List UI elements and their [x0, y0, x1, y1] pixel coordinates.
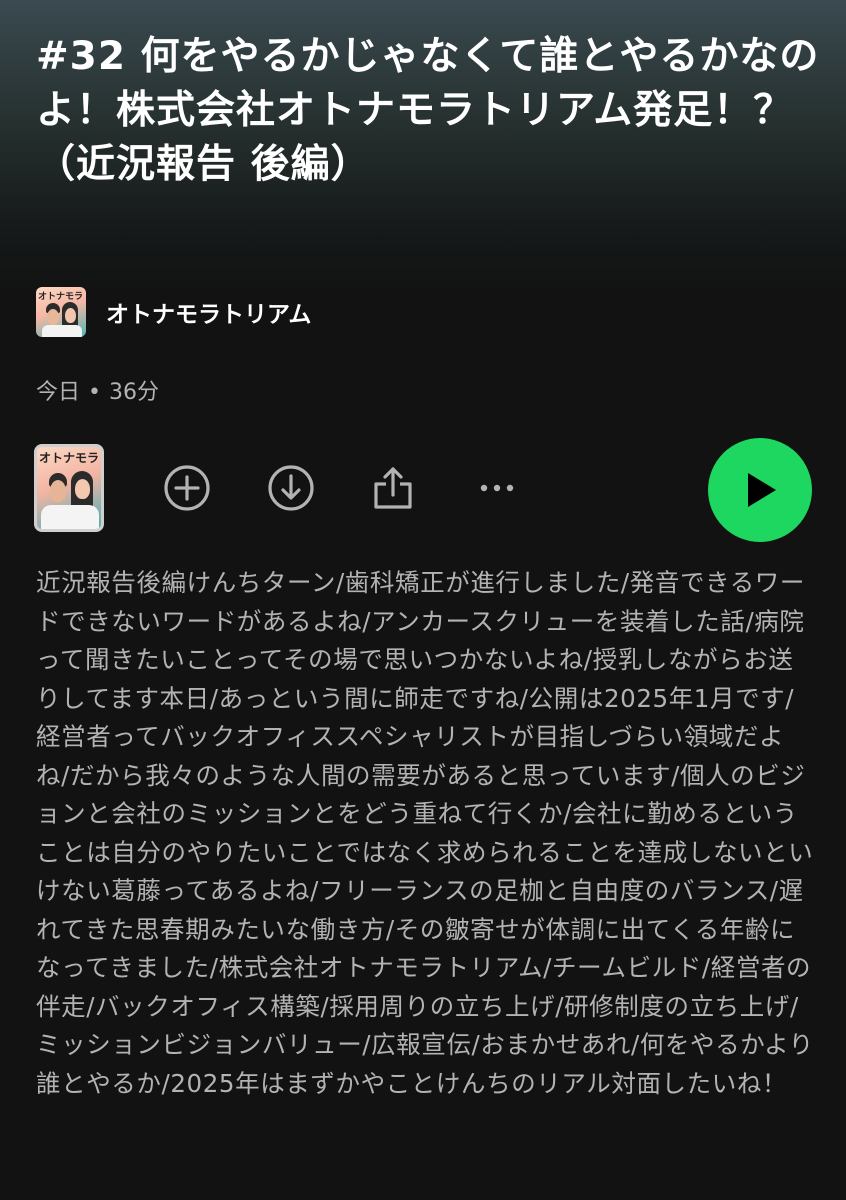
meta-separator: • — [88, 380, 101, 405]
plus-circle-icon — [164, 465, 210, 511]
add-to-library-button[interactable] — [162, 463, 212, 513]
download-circle-icon — [268, 465, 314, 511]
release-date: 今日 — [36, 380, 81, 405]
show-link[interactable]: オトナモラトリアム オトナモラトリアム — [36, 286, 311, 338]
show-name[interactable]: オトナモラトリアム — [106, 295, 311, 329]
episode-title: #32 何をやるかじゃなくて誰とやるかなのよ！株式会社オトナモラトリアム発足！？… — [36, 34, 820, 187]
show-artwork: オトナモラトリアム — [36, 287, 86, 337]
play-icon — [748, 473, 776, 507]
episode-duration: 36分 — [109, 380, 159, 405]
more-options-button[interactable] — [472, 463, 522, 513]
episode-description: 近況報告後編けんちターン/歯科矯正が進行しました/発音できるワードできないワード… — [36, 568, 814, 1098]
episode-artwork-text: オトナモラトリアム — [39, 451, 99, 465]
episode-meta: 今日 • 36分 — [36, 374, 159, 406]
share-icon — [374, 467, 412, 509]
download-button[interactable] — [266, 463, 316, 513]
play-button[interactable] — [708, 438, 812, 542]
episode-artwork[interactable]: オトナモラトリアム — [34, 444, 104, 532]
more-horizontal-icon — [480, 484, 514, 492]
show-artwork-text: オトナモラトリアム — [38, 292, 84, 302]
share-button[interactable] — [368, 463, 418, 513]
